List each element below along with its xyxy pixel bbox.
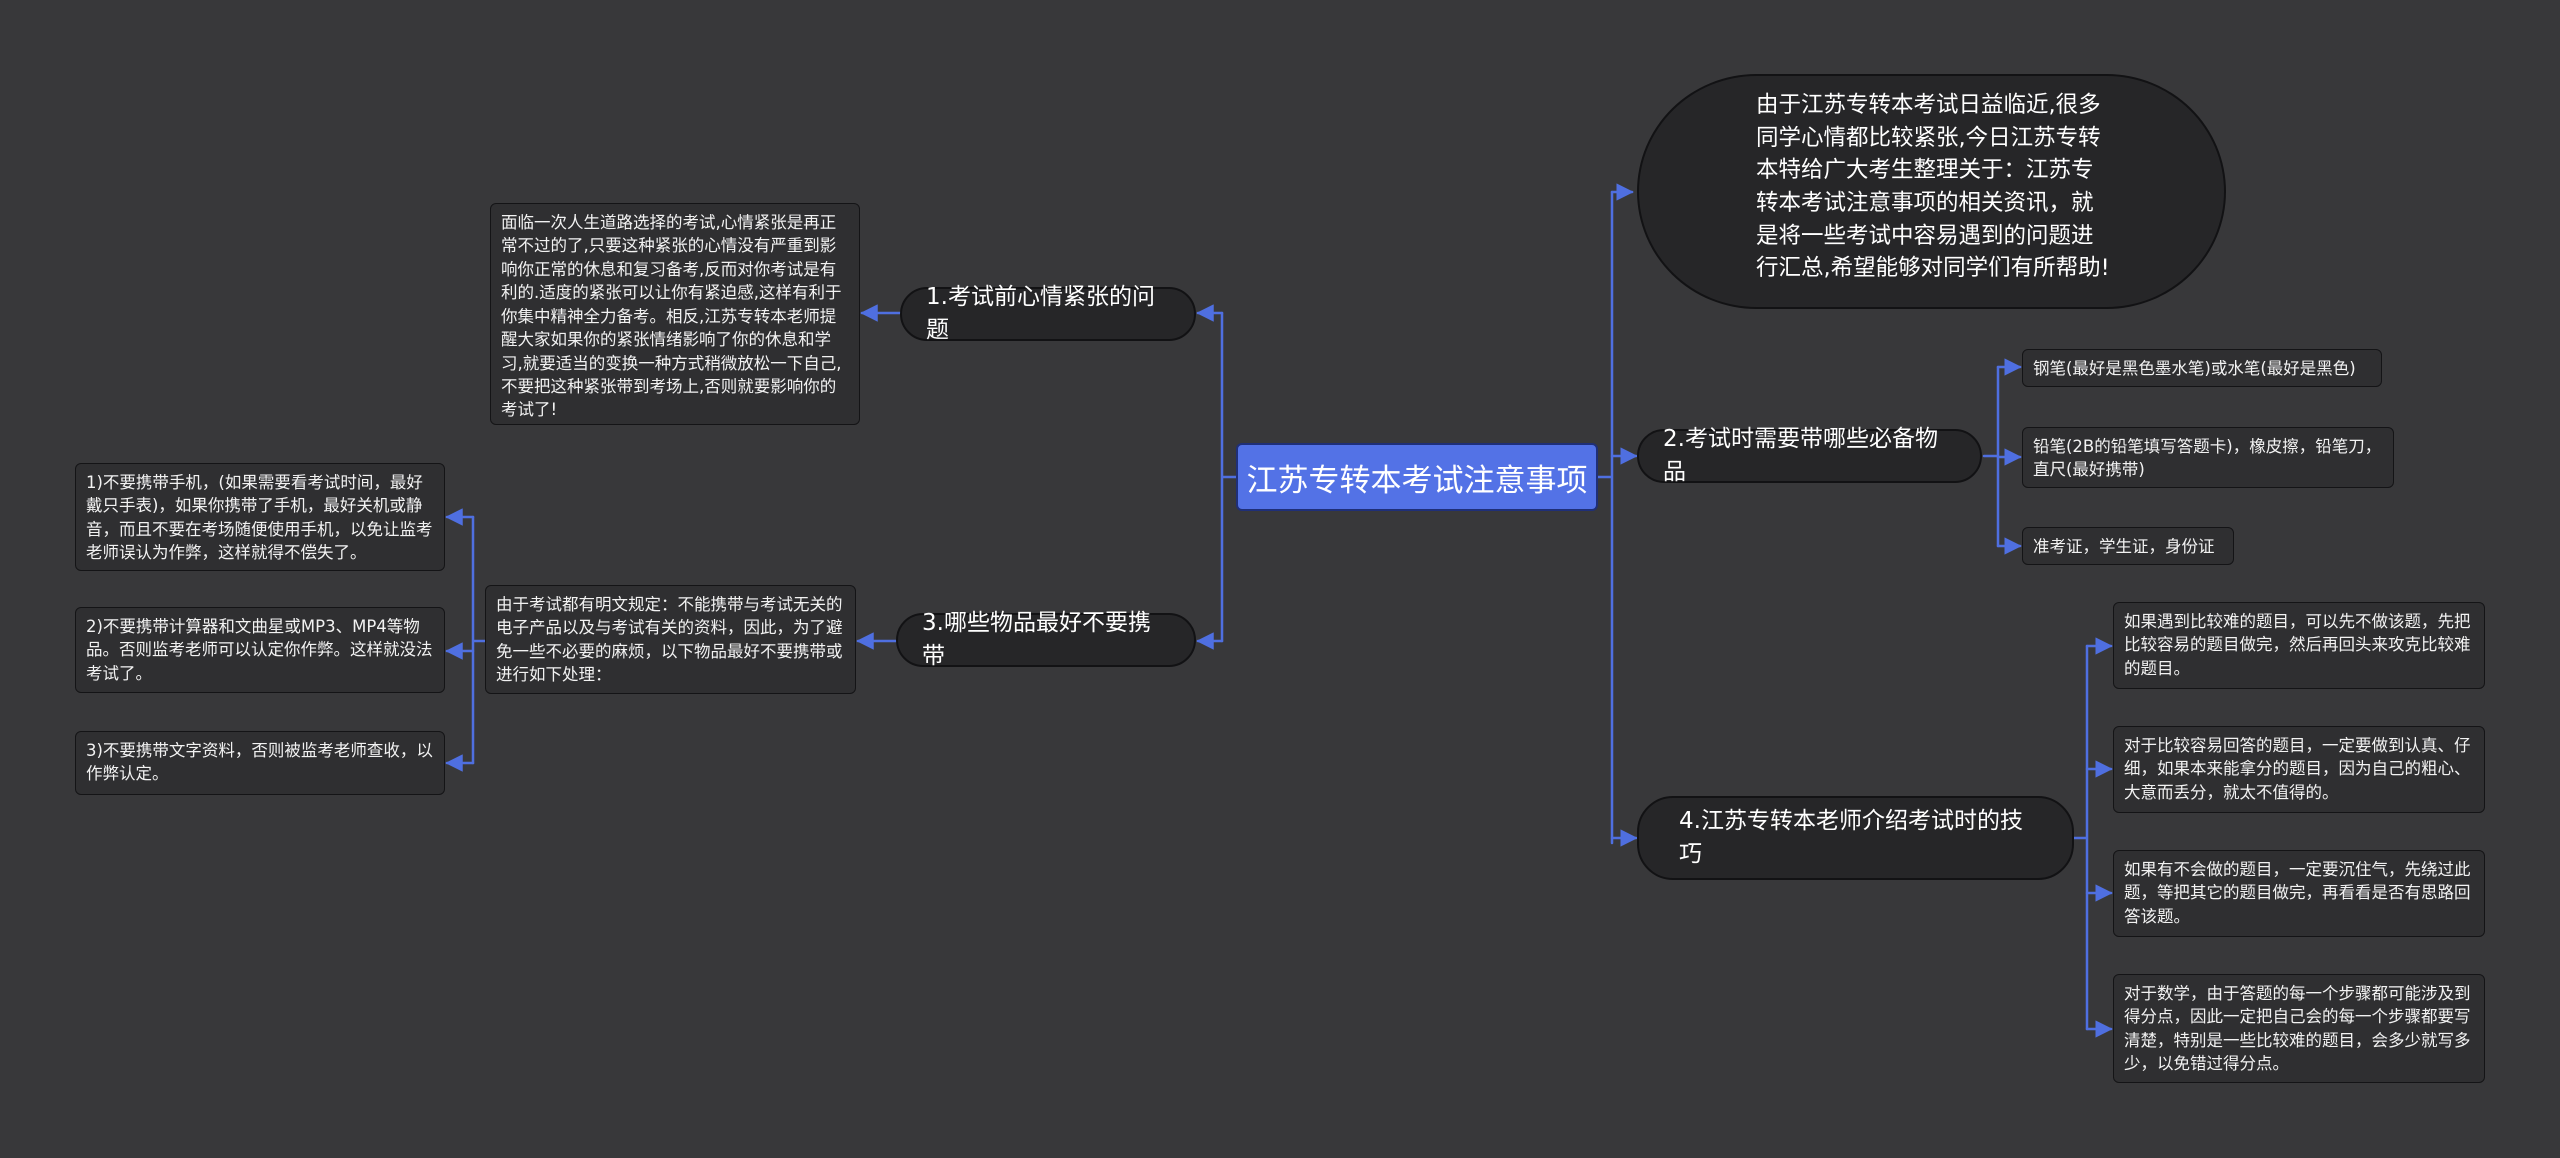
branch-4-item-4-text: 对于数学，由于答题的每一个步骤都可能涉及到得分点，因此一定把自己会的每一个步骤都…	[2124, 984, 2471, 1074]
branch-3-item-3-text: 3)不要携带文字资料，否则被监考老师查收，以作弊认定。	[86, 741, 433, 784]
branch-3-label: 3.哪些物品最好不要携带	[922, 609, 1151, 669]
branch-4-item-2-text: 对于比较容易回答的题目，一定要做到认真、仔细，如果本来能拿分的题目，因为自己的粗…	[2124, 736, 2471, 802]
branch-2-item-3-text: 准考证，学生证，身份证	[2033, 537, 2215, 556]
edge-branch2-items-trunk	[1982, 365, 2000, 548]
branch-4-item-4[interactable]: 对于数学，由于答题的每一个步骤都可能涉及到得分点，因此一定把自己会的每一个步骤都…	[2113, 974, 2485, 1083]
branch-3-item-3[interactable]: 3)不要携带文字资料，否则被监考老师查收，以作弊认定。	[75, 731, 445, 795]
branch-4-item-2[interactable]: 对于比较容易回答的题目，一定要做到认真、仔细，如果本来能拿分的题目，因为自己的粗…	[2113, 726, 2485, 813]
intro-topic[interactable]: 由于江苏专转本考试日益临近,很多同学心情都比较紧张,今日江苏专转本特给广大考生整…	[1637, 74, 2226, 309]
branch-1-note[interactable]: 面临一次人生道路选择的考试,心情紧张是再正常不过的了,只要这种紧张的心情没有严重…	[490, 203, 860, 425]
branch-3-item-2[interactable]: 2)不要携带计算器和文曲星或MP3、MP4等物品。否则监考老师可以认定你作弊。这…	[75, 607, 445, 693]
root-topic-label: 江苏专转本考试注意事项	[1246, 462, 1588, 499]
branch-3-item-2-text: 2)不要携带计算器和文曲星或MP3、MP4等物品。否则监考老师可以认定你作弊。这…	[86, 617, 433, 683]
branch-3-topic[interactable]: 3.哪些物品最好不要携带	[896, 610, 1196, 669]
branch-1-note-text: 面临一次人生道路选择的考试,心情紧张是再正常不过的了,只要这种紧张的心情没有严重…	[501, 213, 842, 420]
branch-4-item-3-text: 如果有不会做的题目，一定要沉住气，先绕过此题，等把其它的题目做完，再看看是否有思…	[2124, 860, 2471, 926]
edge-branch3-items-trunk	[471, 515, 487, 765]
edge-root-right-trunk	[1596, 190, 1614, 845]
branch-3-item-1-text: 1)不要携带手机，(如果需要看考试时间，最好戴只手表)，如果你携带了手机，最好关…	[86, 473, 433, 563]
branch-3-note-text: 由于考试都有明文规定：不能携带与考试无关的电子产品以及与考试有关的资料，因此，为…	[496, 595, 843, 685]
branch-3-note[interactable]: 由于考试都有明文规定：不能携带与考试无关的电子产品以及与考试有关的资料，因此，为…	[485, 585, 856, 694]
branch-2-topic[interactable]: 2.考试时需要带哪些必备物品	[1637, 426, 1982, 485]
branch-4-topic[interactable]: 4.江苏专转本老师介绍考试时的技巧	[1637, 796, 2074, 880]
branch-2-item-3[interactable]: 准考证，学生证，身份证	[2022, 527, 2234, 565]
branch-2-item-2[interactable]: 铅笔(2B的铅笔填写答题卡)，橡皮擦，铅笔刀，直尺(最好携带)	[2022, 427, 2394, 488]
branch-2-item-2-text: 铅笔(2B的铅笔填写答题卡)，橡皮擦，铅笔刀，直尺(最好携带)	[2033, 437, 2382, 480]
edge-branch4-items-trunk	[2071, 644, 2089, 1031]
branch-3-item-1[interactable]: 1)不要携带手机，(如果需要看考试时间，最好戴只手表)，如果你携带了手机，最好关…	[75, 463, 445, 571]
edge-root-left-trunk	[1220, 311, 1238, 643]
branch-1-topic[interactable]: 1.考试前心情紧张的问题	[900, 284, 1196, 343]
branch-4-item-3[interactable]: 如果有不会做的题目，一定要沉住气，先绕过此题，等把其它的题目做完，再看看是否有思…	[2113, 850, 2485, 937]
branch-2-item-1[interactable]: 钢笔(最好是黑色墨水笔)或水笔(最好是黑色)	[2022, 349, 2382, 387]
intro-text: 由于江苏专转本考试日益临近,很多同学心情都比较紧张,今日江苏专转本特给广大考生整…	[1756, 92, 2110, 282]
branch-2-label: 2.考试时需要带哪些必备物品	[1663, 425, 1938, 485]
branch-4-label: 4.江苏专转本老师介绍考试时的技巧	[1679, 807, 2023, 867]
branch-1-label: 1.考试前心情紧张的问题	[926, 283, 1155, 343]
branch-4-item-1-text: 如果遇到比较难的题目，可以先不做该题，先把比较容易的题目做完，然后再回头来攻克比…	[2124, 612, 2471, 678]
root-topic[interactable]: 江苏专转本考试注意事项	[1236, 443, 1598, 511]
branch-4-item-1[interactable]: 如果遇到比较难的题目，可以先不做该题，先把比较容易的题目做完，然后再回头来攻克比…	[2113, 602, 2485, 689]
branch-2-item-1-text: 钢笔(最好是黑色墨水笔)或水笔(最好是黑色)	[2033, 359, 2356, 378]
